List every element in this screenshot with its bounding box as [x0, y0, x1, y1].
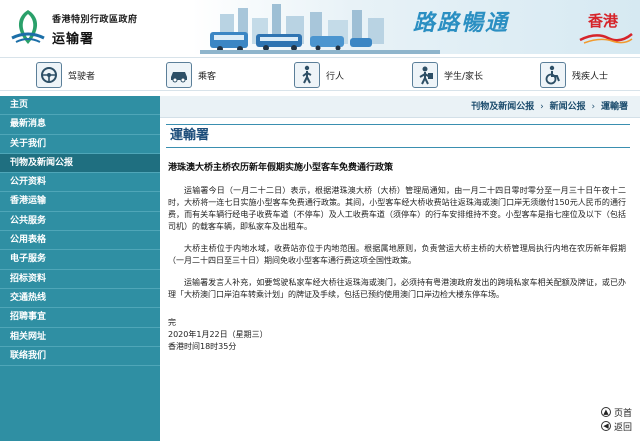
sidebar-item-contact-us[interactable]: 联络我们 — [0, 347, 160, 367]
signoff-end: 完 — [168, 318, 176, 327]
audience-pedestrians[interactable]: 行人 — [294, 61, 344, 89]
site-header: 香港特別行政區政府 运输署 路路暢通 香港 — [0, 0, 640, 54]
audience-label: 学生/家长 — [444, 71, 484, 82]
breadcrumb-press-releases[interactable]: 新闻公报 — [550, 102, 586, 112]
page-title: 運輸署 — [170, 128, 210, 143]
audience-label: 驾驶者 — [68, 71, 96, 82]
pedestrian-icon — [294, 62, 320, 88]
audience-label: 行人 — [326, 71, 345, 82]
sidebar-item-forms[interactable]: 公用表格 — [0, 231, 160, 251]
sidebar-item-tenders[interactable]: 招标资料 — [0, 270, 160, 289]
sidebar-item-hk-transport[interactable]: 香港运输 — [0, 192, 160, 212]
release-date: 2020年1月22日（星期三） — [168, 330, 268, 339]
sidebar-item-whats-new[interactable]: 最新消息 — [0, 115, 160, 135]
page-title-box: 運輸署 — [166, 124, 630, 148]
arrow-up-icon: ▲ — [600, 407, 611, 417]
sidebar-item-recruitment[interactable]: 招聘事宜 — [0, 308, 160, 328]
back-link[interactable]: ◀ 返回 — [600, 419, 632, 433]
city-transport-illustration — [200, 4, 440, 54]
sidebar-item-public-services[interactable]: 公共服务 — [0, 212, 160, 232]
wheelchair-icon — [540, 62, 566, 88]
sidebar-item-publications-press[interactable]: 刊物及新闻公报 — [0, 153, 160, 174]
breadcrumb: 刊物及新闻公报 › 新闻公报 › 運輸署 — [160, 96, 640, 118]
breadcrumb-separator: › — [591, 102, 596, 112]
department-name: 运输署 — [52, 32, 95, 47]
audience-label: 残疾人士 — [572, 71, 609, 82]
arrow-left-icon: ◀ — [600, 421, 611, 431]
sidebar-item-home[interactable]: 主页 — [0, 96, 160, 116]
sidebar-menu: 主页 最新消息 关于我们 刊物及新闻公报 公开资料 香港运输 公共服务 公用表格… — [0, 96, 160, 441]
audience-navigation: 驾驶者 乘客 行人 学生/家长 残疾人士 — [0, 57, 640, 91]
student-icon — [412, 62, 438, 88]
breadcrumb-publications-press[interactable]: 刊物及新闻公报 — [471, 102, 534, 112]
back-to-top-link[interactable]: ▲ 页首 — [600, 405, 632, 419]
breadcrumb-current: 運輸署 — [600, 102, 628, 112]
press-release-paragraph: 大桥主桥位于内地水域，收费站亦位于内地范围。根据属地原则，负责营运大桥主桥的大桥… — [168, 244, 626, 265]
brand-hong-kong: 香港 — [588, 12, 619, 30]
audience-students-parents[interactable]: 学生/家长 — [412, 61, 483, 89]
car-icon — [166, 62, 192, 88]
audience-drivers[interactable]: 驾驶者 — [36, 61, 95, 89]
release-time: 香港时间18时35分 — [168, 342, 237, 351]
audience-label: 乘客 — [198, 71, 217, 82]
main-content: 刊物及新闻公报 › 新闻公报 › 運輸署 運輸署 港珠澳大桥主桥农历新年假期实施… — [160, 96, 640, 441]
brand-hong-kong-logo — [579, 33, 633, 44]
press-release-headline: 港珠澳大桥主桥农历新年假期实施小型客车免费通行政策 — [168, 163, 394, 173]
slogan: 路路暢通 — [413, 11, 510, 36]
press-release-paragraph: 运输署发言人补充，如要驾驶私家车经大桥往返珠海或澳门，必须持有粤港澳政府发出的跨… — [168, 278, 626, 299]
sidebar-item-related-links[interactable]: 相关网址 — [0, 328, 160, 347]
sidebar-item-about-us[interactable]: 关于我们 — [0, 135, 160, 154]
sidebar-item-e-services[interactable]: 电子服务 — [0, 250, 160, 270]
sidebar-item-hotlines[interactable]: 交通热线 — [0, 289, 160, 309]
steering-wheel-icon — [36, 62, 62, 88]
breadcrumb-separator: › — [540, 102, 544, 112]
audience-passengers[interactable]: 乘客 — [166, 61, 216, 89]
audience-disabled[interactable]: 残疾人士 — [540, 61, 608, 89]
back-label: 返回 — [613, 422, 632, 433]
press-release-signoff: 完 2020年1月22日（星期三） 香港时间18时35分 — [168, 317, 640, 353]
sidebar-item-public-information[interactable]: 公开资料 — [0, 173, 160, 193]
transport-department-logo[interactable] — [8, 8, 48, 46]
footer-links: ▲ 页首 ◀ 返回 — [600, 405, 632, 433]
press-release-paragraph: 运输署今日（一月二十二日）表示，根据港珠澳大桥（大桥）管理局通知，由一月二十四日… — [168, 186, 626, 231]
back-to-top-label: 页首 — [613, 408, 632, 419]
government-name: 香港特別行政區政府 — [52, 15, 138, 25]
